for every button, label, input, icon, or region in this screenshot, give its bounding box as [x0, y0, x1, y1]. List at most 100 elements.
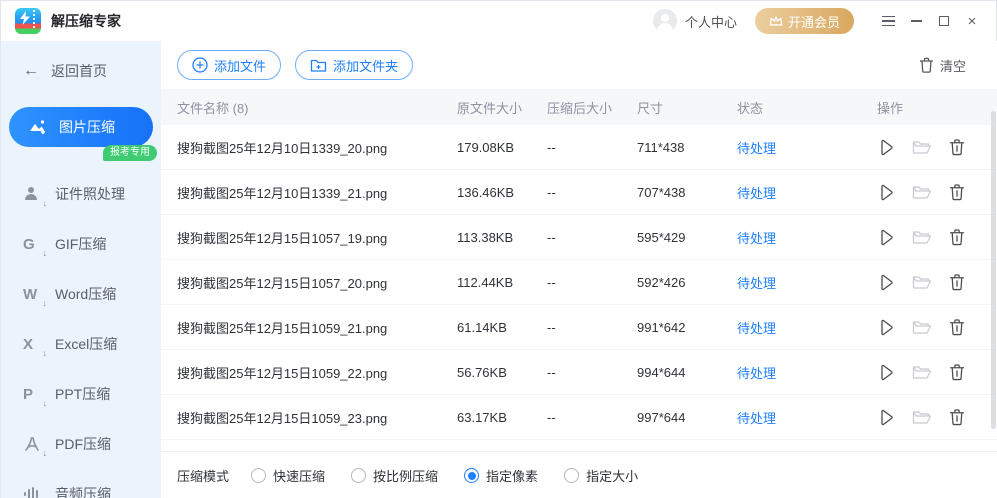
delete-icon[interactable]: [949, 318, 965, 336]
user-center-link[interactable]: 个人中心: [685, 12, 737, 31]
compressed-size: --: [547, 365, 637, 380]
dimensions: 707*438: [637, 185, 737, 200]
main-area: 添加文件 添加文件夹 清空 文件名称 (8) 原文件大小 压缩后大小 尺寸: [161, 41, 997, 498]
compress-mode-bar: 压缩模式 快速压缩 按比例压缩 指定像素: [161, 451, 997, 498]
play-icon[interactable]: [877, 273, 895, 292]
play-icon[interactable]: [877, 228, 895, 247]
sidebar-item-audio-compress[interactable]: ↓ 音频压缩: [1, 469, 161, 498]
play-icon[interactable]: [877, 318, 895, 337]
table-body: 搜狗截图25年12月10日1339_20.png 179.08KB -- 711…: [161, 125, 997, 440]
open-folder-icon[interactable]: [912, 364, 932, 381]
sidebar-item-image-compress[interactable]: 图片压缩 报考专用: [9, 107, 153, 147]
sidebar-item-label: GIF压缩: [55, 234, 106, 254]
open-folder-icon[interactable]: [912, 319, 932, 336]
mode-option-label: 按比例压缩: [373, 466, 438, 485]
file-name: 搜狗截图25年12月15日1059_23.png: [177, 408, 457, 427]
status-badge: 待处理: [737, 138, 877, 157]
dimensions: 991*642: [637, 320, 737, 335]
menu-icon[interactable]: [874, 7, 902, 35]
delete-icon[interactable]: [949, 138, 965, 156]
mode-radio[interactable]: 指定大小: [564, 466, 638, 485]
table-row[interactable]: 搜狗截图25年12月15日1059_23.png 63.17KB -- 997*…: [161, 395, 997, 440]
mode-radio[interactable]: 按比例压缩: [351, 466, 438, 485]
exam-badge: 报考专用: [103, 145, 157, 161]
header-original-size: 原文件大小: [457, 98, 547, 117]
compressed-size: --: [547, 320, 637, 335]
dimensions: 997*644: [637, 410, 737, 425]
add-file-icon: [192, 57, 208, 73]
sidebar-item-pdf-compress[interactable]: ↓ PDF压缩: [1, 419, 161, 469]
original-size: 113.38KB: [457, 230, 547, 245]
table-row[interactable]: 搜狗截图25年12月15日1059_22.png 56.76KB -- 994*…: [161, 350, 997, 395]
open-folder-icon[interactable]: [912, 409, 932, 426]
open-folder-icon[interactable]: [912, 274, 932, 291]
mode-radio[interactable]: 指定像素: [464, 466, 538, 485]
open-folder-icon[interactable]: [912, 229, 932, 246]
toolbar: 添加文件 添加文件夹 清空: [161, 41, 997, 89]
original-size: 136.46KB: [457, 185, 547, 200]
table-header: 文件名称 (8) 原文件大小 压缩后大小 尺寸 状态 操作: [161, 89, 997, 125]
user-avatar[interactable]: [653, 9, 677, 33]
sidebar-item-label: 音频压缩: [55, 484, 111, 498]
open-folder-icon[interactable]: [912, 184, 932, 201]
titlebar: 解压缩专家 个人中心 开通会员 ×: [1, 1, 996, 41]
sidebar-item-ppt-compress[interactable]: P↓ PPT压缩: [1, 369, 161, 419]
compressed-size: --: [547, 140, 637, 155]
delete-icon[interactable]: [949, 363, 965, 381]
file-name: 搜狗截图25年12月10日1339_21.png: [177, 183, 457, 202]
app-logo-icon: [15, 8, 41, 34]
clear-button[interactable]: 清空: [919, 56, 966, 75]
table-row[interactable]: 搜狗截图25年12月15日1057_19.png 113.38KB -- 595…: [161, 215, 997, 260]
compressed-size: --: [547, 185, 637, 200]
delete-icon[interactable]: [949, 228, 965, 246]
table-row[interactable]: 搜狗截图25年12月10日1339_21.png 136.46KB -- 707…: [161, 170, 997, 215]
sidebar-item-gif-compress[interactable]: G↓ GIF压缩: [1, 219, 161, 269]
play-icon[interactable]: [877, 138, 895, 157]
mode-radio[interactable]: 快速压缩: [251, 466, 325, 485]
table-row[interactable]: 搜狗截图25年12月15日1057_20.png 112.44KB -- 592…: [161, 260, 997, 305]
mode-label: 压缩模式: [177, 466, 229, 485]
back-home-label: 返回首页: [51, 61, 107, 81]
play-icon[interactable]: [877, 363, 895, 382]
sidebar: ← 返回首页 图片压缩 报考专用 ↓ 证件照处理 G↓ GIF压缩 W↓ Wor…: [1, 41, 161, 498]
close-button[interactable]: ×: [958, 7, 986, 35]
file-name: 搜狗截图25年12月15日1059_21.png: [177, 318, 457, 337]
dimensions: 592*426: [637, 275, 737, 290]
image-compress-icon: [29, 118, 49, 136]
file-table: 文件名称 (8) 原文件大小 压缩后大小 尺寸 状态 操作 搜狗截图25年12月…: [161, 89, 997, 440]
app-window: 解压缩专家 个人中心 开通会员 × ← 返回首页: [0, 0, 997, 498]
open-vip-button[interactable]: 开通会员: [755, 8, 854, 34]
table-row[interactable]: 搜狗截图25年12月15日1059_21.png 61.14KB -- 991*…: [161, 305, 997, 350]
audio-compress-icon: ↓: [23, 484, 45, 498]
file-name: 搜狗截图25年12月10日1339_20.png: [177, 138, 457, 157]
sidebar-item-excel-compress[interactable]: X↓ Excel压缩: [1, 319, 161, 369]
mode-option-label: 快速压缩: [273, 466, 325, 485]
sidebar-item-word-compress[interactable]: W↓ Word压缩: [1, 269, 161, 319]
sidebar-item-label: PPT压缩: [55, 384, 110, 404]
original-size: 112.44KB: [457, 275, 547, 290]
play-icon[interactable]: [877, 183, 895, 202]
delete-icon[interactable]: [949, 273, 965, 291]
vertical-scrollbar[interactable]: [991, 111, 996, 429]
add-file-button[interactable]: 添加文件: [177, 50, 281, 80]
maximize-button[interactable]: [930, 7, 958, 35]
delete-icon[interactable]: [949, 408, 965, 426]
trash-icon: [919, 57, 934, 73]
sidebar-item-id-photo[interactable]: ↓ 证件照处理: [1, 169, 161, 219]
play-icon[interactable]: [877, 408, 895, 427]
status-badge: 待处理: [737, 408, 877, 427]
original-size: 179.08KB: [457, 140, 547, 155]
open-folder-icon[interactable]: [912, 139, 932, 156]
back-home-button[interactable]: ← 返回首页: [1, 41, 161, 81]
table-row[interactable]: 搜狗截图25年12月10日1339_20.png 179.08KB -- 711…: [161, 125, 997, 170]
original-size: 61.14KB: [457, 320, 547, 335]
sidebar-item-label: Excel压缩: [55, 334, 117, 354]
app-title: 解压缩专家: [51, 11, 121, 31]
header-filename: 文件名称 (8): [177, 98, 457, 117]
sidebar-item-label: Word压缩: [55, 284, 116, 304]
original-size: 56.76KB: [457, 365, 547, 380]
delete-icon[interactable]: [949, 183, 965, 201]
add-folder-button[interactable]: 添加文件夹: [295, 50, 413, 80]
mode-option-label: 指定大小: [586, 466, 638, 485]
minimize-button[interactable]: [902, 7, 930, 35]
